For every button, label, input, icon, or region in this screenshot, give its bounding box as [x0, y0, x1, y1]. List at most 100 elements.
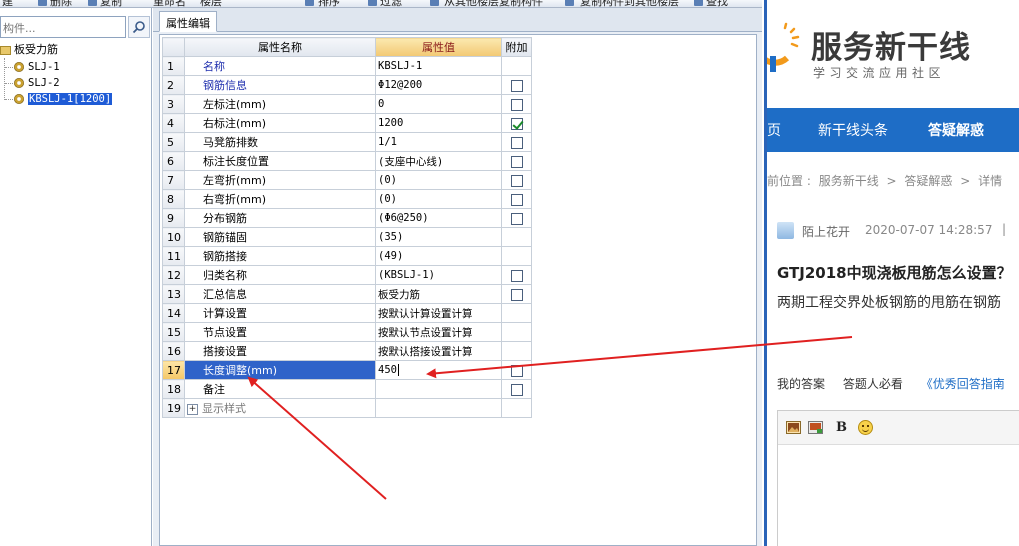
toolbar-item-new[interactable]: 建 [2, 0, 13, 7]
property-name-cell[interactable]: 马凳筋排数 [184, 132, 376, 152]
toolbar-item-find[interactable]: 查找 [706, 0, 728, 7]
property-value-input[interactable]: 450 [375, 360, 502, 380]
property-value-cell[interactable]: Φ12@200 [375, 75, 502, 95]
table-row[interactable]: 8 右弯折(mm) (0) [162, 189, 532, 209]
row-index[interactable]: 14 [162, 303, 185, 323]
property-value-cell[interactable]: 1200 [375, 113, 502, 133]
extra-column-header[interactable]: 附加 [501, 37, 532, 57]
tree-search-button[interactable] [128, 16, 150, 38]
property-value-cell[interactable]: (Φ6@250) [375, 208, 502, 228]
property-name-cell[interactable]: 分布钢筋 [184, 208, 376, 228]
row-index[interactable]: 11 [162, 246, 185, 266]
property-value-cell[interactable]: (支座中心线) [375, 151, 502, 171]
property-name-cell[interactable]: 钢筋信息 [184, 75, 376, 95]
checkbox[interactable] [510, 364, 523, 377]
toolbar-item-copy-to-floor[interactable]: 复制构件到其他楼层 [580, 0, 679, 7]
nav-item-headlines[interactable]: 新干线头条 [818, 120, 888, 140]
property-name-cell[interactable]: 标注长度位置 [184, 151, 376, 171]
property-name-cell[interactable]: 名称 [184, 56, 376, 76]
row-index[interactable]: 1 [162, 56, 185, 76]
nav-item-home[interactable]: 页 [767, 120, 781, 140]
table-row[interactable]: 2 钢筋信息 Φ12@200 [162, 75, 532, 95]
image-icon[interactable] [786, 421, 801, 434]
table-row[interactable]: 1 名称 KBSLJ-1 [162, 56, 532, 76]
row-index[interactable]: 6 [162, 151, 185, 171]
table-row[interactable]: 12 归类名称 (KBSLJ-1) [162, 265, 532, 285]
property-name-cell[interactable]: 汇总信息 [184, 284, 376, 304]
property-value-cell[interactable]: (0) [375, 189, 502, 209]
property-name-cell[interactable]: 搭接设置 [184, 341, 376, 361]
checkbox[interactable] [510, 79, 523, 92]
table-row[interactable]: 15 节点设置 按默认节点设置计算 [162, 322, 532, 342]
table-row[interactable]: 13 汇总信息 板受力筋 [162, 284, 532, 304]
table-row[interactable]: 5 马凳筋排数 1/1 [162, 132, 532, 152]
answer-guide-link[interactable]: 《优秀回答指南 [921, 377, 1005, 391]
table-row[interactable]: 14 计算设置 按默认计算设置计算 [162, 303, 532, 323]
checkbox[interactable] [510, 193, 523, 206]
property-name-cell[interactable]: 左标注(mm) [184, 94, 376, 114]
smiley-icon[interactable] [858, 420, 873, 435]
avatar[interactable] [777, 222, 794, 239]
property-value-cell[interactable]: 按默认搭接设置计算 [375, 341, 502, 361]
table-row[interactable]: 3 左标注(mm) 0 [162, 94, 532, 114]
checkbox[interactable] [510, 98, 523, 111]
checkbox[interactable] [510, 383, 523, 396]
breadcrumb-link-qa[interactable]: 答疑解惑 [904, 174, 952, 188]
row-index[interactable]: 8 [162, 189, 185, 209]
row-index[interactable]: 9 [162, 208, 185, 228]
property-value-cell[interactable]: 板受力筋 [375, 284, 502, 304]
property-value-cell[interactable] [375, 398, 502, 418]
property-name-cell[interactable]: + 显示样式 [184, 398, 376, 418]
toolbar-item-floor[interactable]: 楼层 [200, 0, 222, 7]
property-name-cell[interactable]: 左弯折(mm) [184, 170, 376, 190]
checkbox[interactable] [510, 269, 523, 282]
table-row[interactable]: 18 备注 [162, 379, 532, 399]
row-index[interactable]: 18 [162, 379, 185, 399]
picture-icon[interactable] [808, 421, 823, 434]
expand-icon[interactable]: + [187, 403, 198, 415]
row-index[interactable]: 16 [162, 341, 185, 361]
property-name-cell[interactable]: 钢筋锚固 [184, 227, 376, 247]
tab-must-read[interactable]: 答题人必看 [843, 377, 903, 391]
toolbar-item-filter[interactable]: 过滤 [380, 0, 402, 7]
property-value-cell[interactable]: (49) [375, 246, 502, 266]
value-column-header[interactable]: 属性值 [375, 37, 502, 57]
row-index[interactable]: 7 [162, 170, 185, 190]
property-value-cell[interactable]: KBSLJ-1 [375, 56, 502, 76]
property-name-cell[interactable]: 钢筋搭接 [184, 246, 376, 266]
checkbox[interactable] [510, 155, 523, 168]
property-value-cell[interactable] [375, 379, 502, 399]
property-value-cell[interactable]: 0 [375, 94, 502, 114]
checkbox[interactable] [510, 136, 523, 149]
checkbox-checked[interactable] [510, 117, 523, 130]
row-index[interactable]: 2 [162, 75, 185, 95]
property-name-cell[interactable]: 归类名称 [184, 265, 376, 285]
checkbox[interactable] [510, 212, 523, 225]
toolbar-item-delete[interactable]: 删除 [50, 0, 72, 7]
property-value-cell[interactable]: 1/1 [375, 132, 502, 152]
row-index[interactable]: 3 [162, 94, 185, 114]
toolbar-item-copy-from-floor[interactable]: 从其他楼层复制构件 [444, 0, 543, 7]
table-row[interactable]: 10 钢筋锚固 (35) [162, 227, 532, 247]
table-row[interactable]: 19 + 显示样式 [162, 398, 532, 418]
toolbar-item-copy[interactable]: 复制 [100, 0, 122, 7]
row-index[interactable]: 4 [162, 113, 185, 133]
tree-node-slj-1[interactable]: SLJ-1 [14, 59, 60, 75]
tab-property-edit[interactable]: 属性编辑 [159, 11, 217, 32]
property-name-cell[interactable]: 节点设置 [184, 322, 376, 342]
property-name-cell[interactable]: 备注 [184, 379, 376, 399]
row-index[interactable]: 12 [162, 265, 185, 285]
table-row[interactable]: 6 标注长度位置 (支座中心线) [162, 151, 532, 171]
row-index[interactable]: 15 [162, 322, 185, 342]
toolbar-item-sort[interactable]: 排序 [318, 0, 340, 7]
bold-button[interactable]: B [836, 420, 847, 435]
property-name-cell[interactable]: 右弯折(mm) [184, 189, 376, 209]
author-name[interactable]: 陌上花开 [802, 223, 850, 240]
property-name-cell[interactable]: 计算设置 [184, 303, 376, 323]
property-name-cell[interactable]: 长度调整(mm) [184, 360, 376, 380]
table-row[interactable]: 9 分布钢筋 (Φ6@250) [162, 208, 532, 228]
answer-editor[interactable]: B [777, 410, 1019, 546]
table-row[interactable]: 16 搭接设置 按默认搭接设置计算 [162, 341, 532, 361]
property-name-cell[interactable]: 右标注(mm) [184, 113, 376, 133]
tree-root-node[interactable]: 板受力筋 [0, 42, 58, 58]
